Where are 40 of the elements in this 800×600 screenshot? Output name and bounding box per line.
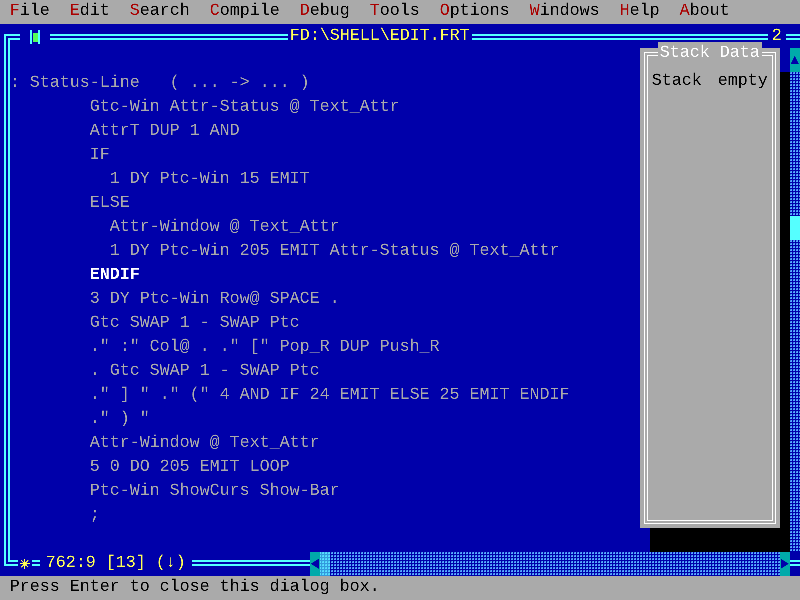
menu-item[interactable]: Options (440, 0, 510, 24)
code-line: ." ] " ." (" 4 AND IF 24 EMIT ELSE 25 EMIT ENDIF (88, 385, 570, 407)
code-line: 3 DY Ptc-Win Row@ SPACE . (88, 289, 340, 311)
status-message: Press Enter to close this dialog box. (10, 578, 380, 597)
menu-item[interactable]: Tools (370, 0, 420, 24)
code-line: ." ) " (88, 409, 150, 431)
menu-item[interactable]: File (10, 0, 50, 24)
code-line: : Status-Line ( ... -> ... ) (10, 73, 310, 95)
horizontal-scrollbar[interactable] (310, 552, 790, 576)
menu-item[interactable]: Help (620, 0, 660, 24)
menu-item[interactable]: Windows (530, 0, 600, 24)
code-line: Gtc-Win Attr-Status @ Text_Attr (88, 97, 400, 119)
menu-item[interactable]: About (680, 0, 730, 24)
code-line: IF (88, 145, 110, 167)
scroll-up-icon[interactable] (790, 48, 800, 72)
code-line: Gtc SWAP 1 - SWAP Ptc (88, 313, 300, 335)
scroll-thumb[interactable] (320, 552, 330, 576)
menu-item[interactable]: Search (130, 0, 190, 24)
scroll-thumb[interactable] (790, 216, 800, 240)
code-line: AttrT DUP 1 AND (88, 121, 240, 143)
menu-item[interactable]: Compile (210, 0, 280, 24)
code-line: ENDIF (88, 265, 140, 287)
code-line: ; (88, 505, 100, 527)
code-line: . Gtc SWAP 1 - SWAP Ptc (88, 361, 320, 383)
code-line: 1 DY Ptc-Win 205 EMIT Attr-Status @ Text_Attr (108, 241, 560, 263)
menu-item[interactable]: Edit (70, 0, 110, 24)
code-line: Attr-Window @ Text_Attr (88, 433, 320, 455)
stack-label: Stack (652, 71, 702, 93)
vertical-scrollbar[interactable] (790, 48, 800, 552)
square-icon (32, 32, 38, 42)
code-line: ." :" Col@ . ." [" Pop_R DUP Push_R (88, 337, 440, 359)
code-line: ELSE (88, 193, 130, 215)
code-line: Ptc-Win ShowCurs Show-Bar (88, 481, 340, 503)
scroll-right-icon[interactable] (780, 552, 790, 576)
code-line: 1 DY Ptc-Win 15 EMIT (108, 169, 310, 191)
scroll-left-icon[interactable] (310, 552, 320, 576)
code-line: Attr-Window @ Text_Attr (108, 217, 340, 239)
stack-value: empty (718, 71, 768, 93)
code-line: 5 0 DO 205 EMIT LOOP (88, 457, 290, 479)
menu-item[interactable]: Debug (300, 0, 350, 24)
